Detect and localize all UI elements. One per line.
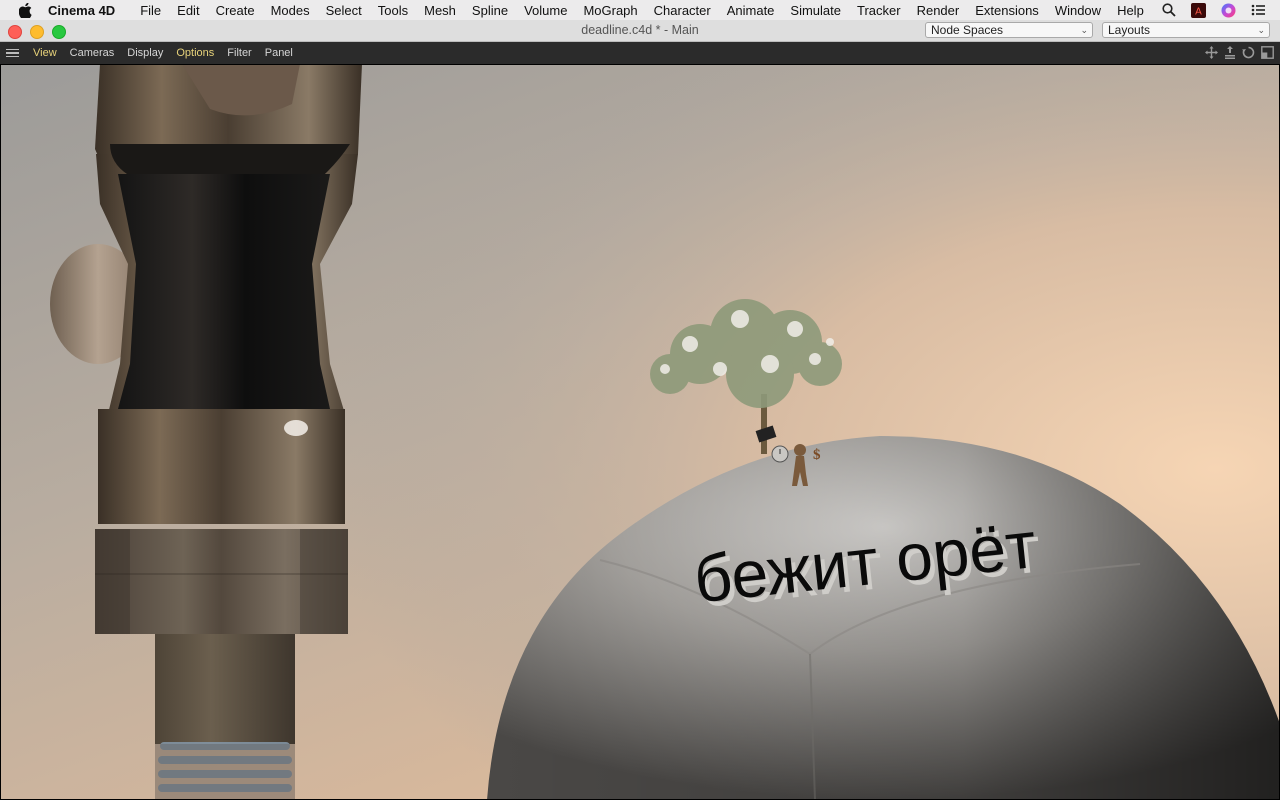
menu-mesh[interactable]: Mesh xyxy=(416,3,464,18)
viewport-3d[interactable]: $ бежит орёт бежит орёт xyxy=(0,64,1280,800)
chevron-down-icon: ⌄ xyxy=(1080,25,1088,35)
viewport-menu-cameras[interactable]: Cameras xyxy=(70,47,115,59)
spotlight-search-icon[interactable] xyxy=(1162,3,1176,17)
menu-character[interactable]: Character xyxy=(646,3,719,18)
move-view-icon[interactable] xyxy=(1205,46,1218,62)
viewport-menu-view[interactable]: View xyxy=(33,47,57,59)
menu-tools[interactable]: Tools xyxy=(370,3,416,18)
menu-bar: Cinema 4D File Edit Create Modes Select … xyxy=(0,0,1280,20)
menu-simulate[interactable]: Simulate xyxy=(782,3,849,18)
viewport-menu-display[interactable]: Display xyxy=(127,47,163,59)
menu-create[interactable]: Create xyxy=(208,3,263,18)
menu-tracker[interactable]: Tracker xyxy=(849,3,909,18)
node-spaces-value: Node Spaces xyxy=(931,23,1004,37)
menu-app-name[interactable]: Cinema 4D xyxy=(48,3,115,18)
viewport-menu-filter[interactable]: Filter xyxy=(227,47,251,59)
layouts-value: Layouts xyxy=(1108,23,1151,37)
menu-render[interactable]: Render xyxy=(909,3,968,18)
nut-model xyxy=(95,529,348,634)
window-title-bar: deadline.c4d * - Main Node Spaces ⌄ Layo… xyxy=(0,20,1280,42)
maximize-view-icon[interactable] xyxy=(1261,46,1274,62)
svg-text:A: A xyxy=(1195,6,1202,17)
viewport-toolbar: View Cameras Display Options Filter Pane… xyxy=(0,42,1280,64)
coin-symbol: $ xyxy=(813,447,821,463)
apple-icon[interactable] xyxy=(16,0,34,20)
node-spaces-dropdown[interactable]: Node Spaces ⌄ xyxy=(925,22,1093,38)
layouts-dropdown[interactable]: Layouts ⌄ xyxy=(1102,22,1270,38)
hamburger-menu-icon[interactable] xyxy=(6,48,19,58)
menu-animate[interactable]: Animate xyxy=(719,3,783,18)
viewport-menu-options[interactable]: Options xyxy=(176,47,214,59)
menu-help[interactable]: Help xyxy=(1109,3,1152,18)
menu-edit[interactable]: Edit xyxy=(169,3,207,18)
menu-volume[interactable]: Volume xyxy=(516,3,575,18)
menu-modes[interactable]: Modes xyxy=(263,3,318,18)
menu-extensions[interactable]: Extensions xyxy=(967,3,1047,18)
zoom-view-icon[interactable] xyxy=(1224,46,1236,62)
chevron-down-icon: ⌄ xyxy=(1257,25,1265,35)
rotate-view-icon[interactable] xyxy=(1242,46,1255,62)
scene-render: $ бежит орёт бежит орёт xyxy=(0,64,1280,800)
menu-select[interactable]: Select xyxy=(318,3,370,18)
menu-spline[interactable]: Spline xyxy=(464,3,516,18)
adobe-icon[interactable]: A xyxy=(1191,2,1206,18)
siri-icon[interactable] xyxy=(1221,3,1236,18)
viewport-menu-panel[interactable]: Panel xyxy=(265,47,293,59)
control-center-icon[interactable] xyxy=(1251,4,1265,16)
menu-window[interactable]: Window xyxy=(1047,3,1109,18)
menu-file[interactable]: File xyxy=(132,3,169,18)
bolt-model xyxy=(155,634,295,800)
menu-mograph[interactable]: MoGraph xyxy=(575,3,645,18)
